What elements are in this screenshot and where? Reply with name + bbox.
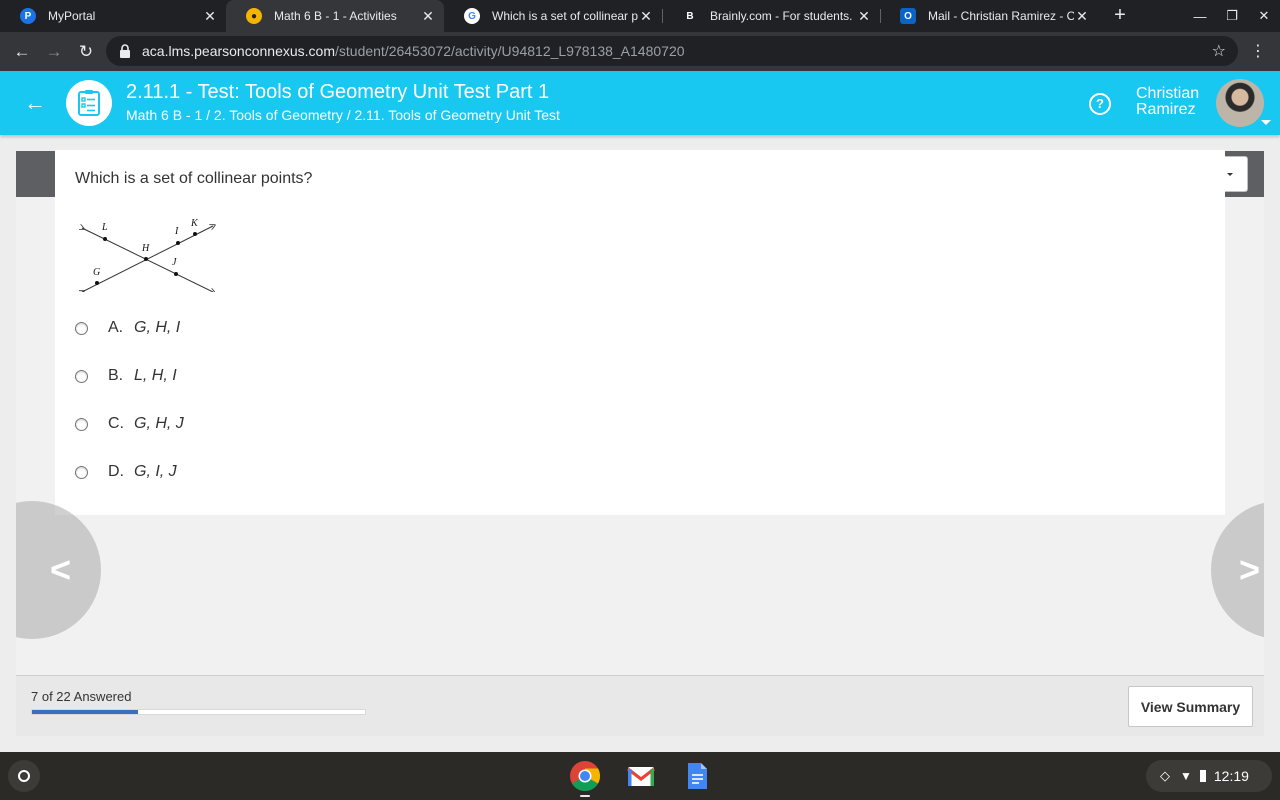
tab-google-search[interactable]: G Which is a set of collinear po ✕ [444,0,662,32]
gmail-icon[interactable] [625,760,657,792]
point-g [95,281,99,285]
browser-tab-strip: P MyPortal ✕ ● Math 6 B - 1 - Activities… [0,0,1280,32]
wifi-icon: ▼ [1180,769,1192,783]
progress-fill [32,710,138,714]
point-label-g: G [93,267,100,278]
option-text: L, H, I [134,367,177,384]
progress-bar [31,709,366,715]
browser-menu-icon[interactable]: ⋮ [1248,38,1268,66]
close-tab-icon[interactable]: ✕ [1074,8,1090,25]
tab-brainly[interactable]: B Brainly.com - For students. B ✕ [662,0,880,32]
collinear-points-figure: L I K H J G [79,218,219,292]
point-i [176,241,180,245]
user-first-name: Christian [1136,85,1200,102]
tab-myportal[interactable]: P MyPortal ✕ [0,0,226,32]
url-text: aca.lms.pearsonconnexus.com/student/2645… [142,43,685,59]
page-title: 2.11.1 - Test: Tools of Geometry Unit Te… [126,81,550,103]
caret-down-icon[interactable] [1261,120,1271,125]
forward-arrow-icon[interactable]: → [40,38,68,66]
breadcrumb: Math 6 B - 1 / 2. Tools of Geometry / 2.… [126,107,560,123]
tab-title: Math 6 B - 1 - Activities [274,9,397,23]
user-name[interactable]: Christian Ramirez [1136,86,1199,118]
minimize-icon[interactable]: — [1184,0,1216,32]
tab-title: MyPortal [48,9,96,23]
point-label-j: J [172,257,177,268]
option-text: G, I, J [134,463,177,480]
point-label-l: L [101,222,108,233]
test-checklist-icon [66,80,112,126]
progress-footer: 7 of 22 Answered View Summary [16,675,1264,736]
tab-title: Which is a set of collinear po [492,9,638,23]
clock-time: 12:19 [1213,768,1249,784]
question-text: Which is a set of collinear points? [75,170,313,187]
launcher-circle-icon [18,770,30,782]
point-label-k: K [190,218,199,229]
pearson-globe-icon: ● [246,8,262,24]
point-label-i: I [174,226,179,237]
back-arrow-icon[interactable]: ← [24,89,48,117]
point-j [174,272,178,276]
option-letter: D. [108,463,124,480]
close-window-icon[interactable]: ✕ [1248,0,1280,32]
answer-option-a[interactable]: A. G, H, I [75,317,180,339]
option-letter: C. [108,415,124,432]
answer-option-d[interactable]: D. G, I, J [75,461,177,483]
bookmark-star-icon[interactable]: ☆ [1212,41,1226,61]
help-icon[interactable]: ? [1089,93,1111,115]
point-label-h: H [141,243,150,254]
close-tab-icon[interactable]: ✕ [202,8,218,25]
tab-outlook-mail[interactable]: O Mail - Christian Ramirez - Ou ✕ [880,0,1098,32]
view-summary-button[interactable]: View Summary [1128,686,1253,727]
user-last-name: Ramirez [1136,101,1196,118]
stylus-icon: ◇ [1160,768,1170,783]
answer-option-b[interactable]: B. L, H, I [75,365,177,387]
close-tab-icon[interactable]: ✕ [638,8,654,25]
os-shelf: ◇ ▼ 12:19 [0,752,1280,800]
tab-math-activities[interactable]: ● Math 6 B - 1 - Activities ✕ [226,0,444,32]
restore-window-icon[interactable]: ❐ [1216,0,1248,32]
radio-button[interactable] [75,465,88,479]
launcher-button[interactable] [8,760,40,792]
new-tab-button[interactable]: + [1110,4,1130,28]
question-card: Which is a set of collinear points? L I … [55,150,1225,515]
tab-title: Brainly.com - For students. B [710,9,856,23]
system-tray[interactable]: ◇ ▼ 12:19 [1146,760,1272,792]
option-letter: A. [108,319,124,336]
close-tab-icon[interactable]: ✕ [420,8,436,25]
lock-icon [118,43,132,59]
back-arrow-icon[interactable]: ← [8,38,36,66]
point-k [193,232,197,236]
option-text: G, H, J [134,415,184,432]
lesson-header: ← 2.11.1 - Test: Tools of Geometry Unit … [0,71,1280,135]
chrome-icon[interactable] [569,760,601,792]
brainly-b-icon: B [686,10,694,22]
running-indicator [580,795,590,797]
url-path: /student/26453072/activity/U94812_L97813… [335,43,685,59]
google-g-icon: G [464,8,480,24]
outlook-icon: O [900,8,916,24]
radio-button[interactable] [75,369,88,383]
pearson-p-icon: P [20,8,36,24]
browser-toolbar: ← → ↻ aca.lms.pearsonconnexus.com/studen… [0,32,1280,71]
avatar[interactable] [1216,79,1264,127]
close-tab-icon[interactable]: ✕ [856,8,872,25]
url-host: aca.lms.pearsonconnexus.com [142,43,335,59]
point-l [103,237,107,241]
option-text: G, H, I [134,319,181,336]
radio-button[interactable] [75,321,88,335]
address-bar[interactable]: aca.lms.pearsonconnexus.com/student/2645… [106,36,1238,66]
radio-button[interactable] [75,417,88,431]
tab-title: Mail - Christian Ramirez - Ou [928,9,1074,23]
docs-icon[interactable] [681,760,713,792]
battery-icon [1199,770,1206,782]
option-letter: B. [108,367,124,384]
point-h [144,257,148,261]
progress-label: 7 of 22 Answered [31,689,132,704]
reload-icon[interactable]: ↻ [72,38,100,66]
answer-option-c[interactable]: C. G, H, J [75,413,184,435]
